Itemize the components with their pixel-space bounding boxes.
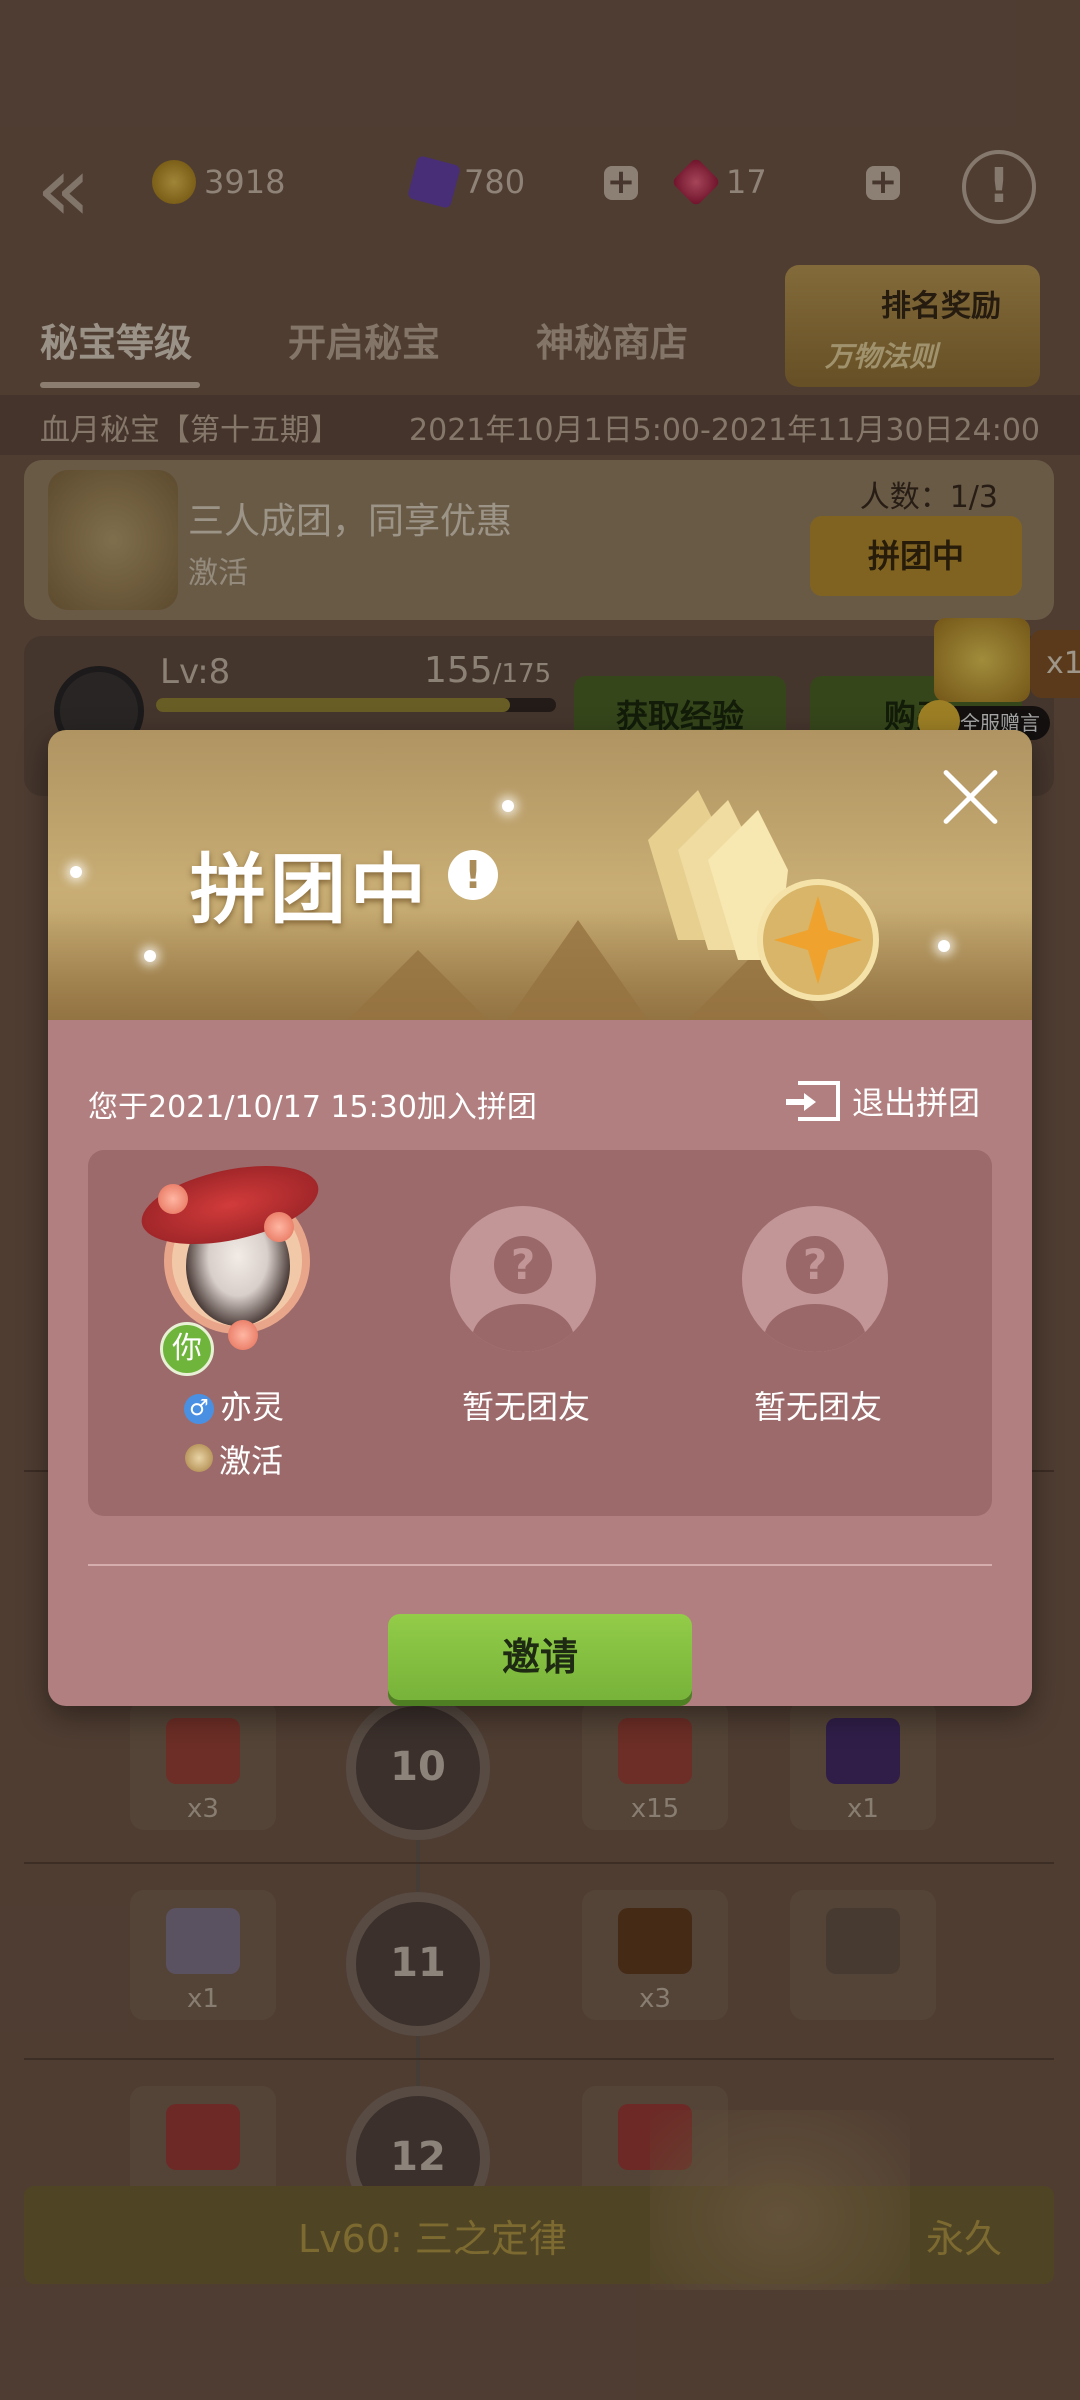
sparkle — [144, 950, 156, 962]
member-status-text: 激活 — [218, 1442, 283, 1480]
member-list: 你 ♂ 亦灵 激活 ? 暂无团友 ? 暂无团友 — [88, 1150, 992, 1516]
empty-avatar-icon[interactable]: ? — [742, 1206, 888, 1352]
info-icon[interactable]: ! — [448, 850, 498, 900]
member-name: ♂ 亦灵 — [88, 1382, 380, 1428]
member-slot-empty: ? 暂无团友 — [380, 1150, 672, 1516]
member-name-text: 亦灵 — [219, 1388, 284, 1426]
group-buy-dialog: 拼团中 ! 您于2021/10/17 15:30加入拼团 退出拼团 你 ♂ 亦灵… — [48, 730, 1032, 1706]
sparkle — [938, 940, 950, 952]
fox-compass-icon — [648, 790, 879, 1001]
divider — [88, 1564, 992, 1566]
silhouette-body — [472, 1304, 574, 1352]
silhouette-body — [764, 1304, 866, 1352]
rose-decoration — [228, 1320, 258, 1350]
empty-avatar-icon[interactable]: ? — [450, 1206, 596, 1352]
empty-slot-label: 暂无团友 — [753, 1388, 882, 1426]
dialog-header: 拼团中 ! — [48, 730, 1032, 1020]
close-icon[interactable] — [936, 760, 1006, 830]
invite-button[interactable]: 邀请 — [388, 1614, 692, 1700]
empty-slot-label: 暂无团友 — [461, 1388, 590, 1426]
sparkle — [502, 800, 514, 812]
exit-group-label: 退出拼团 — [851, 1084, 980, 1122]
you-badge: 你 — [160, 1322, 214, 1376]
male-gender-icon: ♂ — [183, 1394, 214, 1424]
rose-decoration — [158, 1184, 188, 1214]
member-slot-self: 你 ♂ 亦灵 激活 — [88, 1150, 380, 1516]
question-mark-icon: ? — [494, 1236, 552, 1294]
roof-decoration — [348, 950, 488, 1020]
dialog-title: 拼团中 — [190, 845, 430, 934]
member-slot-empty: ? 暂无团友 — [672, 1150, 964, 1516]
member-status: 激活 — [88, 1436, 380, 1482]
joined-text: 您于2021/10/17 15:30加入拼团 — [88, 1090, 537, 1125]
fox-badge-icon — [184, 1444, 213, 1472]
exit-icon — [785, 1081, 840, 1121]
rose-decoration — [264, 1212, 294, 1242]
question-mark-icon: ? — [786, 1236, 844, 1294]
exit-group-button[interactable]: 退出拼团 — [785, 1078, 980, 1124]
dialog-body: 您于2021/10/17 15:30加入拼团 退出拼团 你 ♂ 亦灵 激活 ? … — [48, 1020, 1032, 1706]
sparkle — [70, 866, 82, 878]
